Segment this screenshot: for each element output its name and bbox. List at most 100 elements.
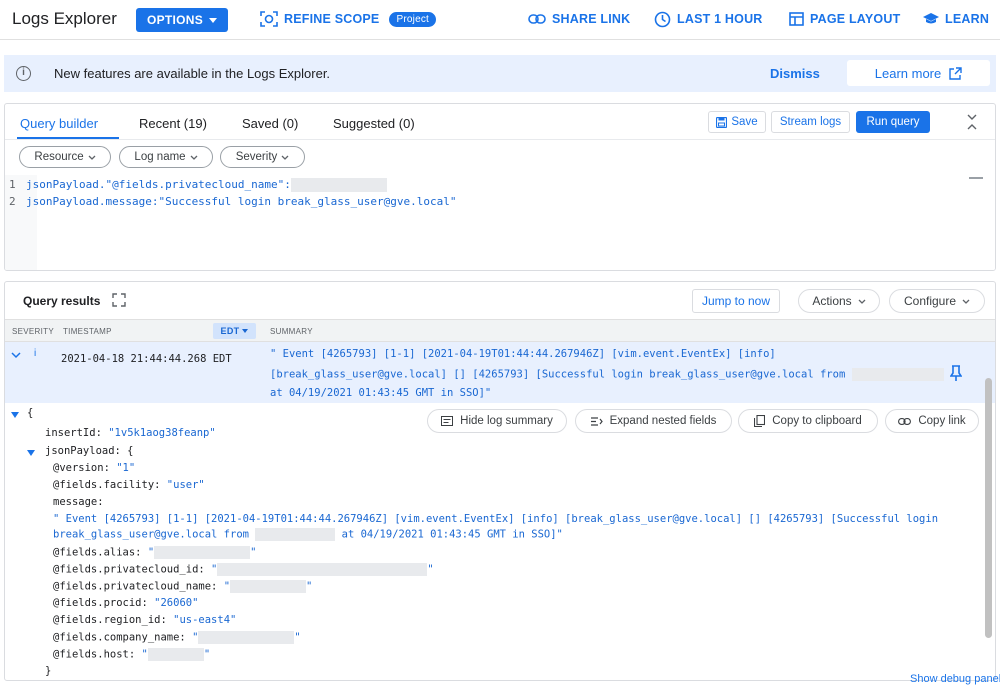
- summary-icon: [441, 416, 454, 426]
- page-layout-label: PAGE LAYOUT: [810, 12, 901, 26]
- log-summary-line: at 04/19/2021 01:43:45 GMT in SSO]": [270, 387, 492, 399]
- query-line: jsonPayload.message:"Successful login br…: [26, 195, 457, 208]
- actions-dropdown[interactable]: Actions: [798, 289, 880, 313]
- jump-to-now-button[interactable]: Jump to now: [692, 289, 780, 313]
- expand-nested-fields-button[interactable]: Expand nested fields: [575, 409, 732, 433]
- refine-scope-button[interactable]: REFINE SCOPE Project: [260, 8, 437, 30]
- options-label: OPTIONS: [146, 13, 204, 27]
- chevron-down-icon: [281, 155, 289, 160]
- save-label: Save: [731, 116, 758, 128]
- json-field-privatecloud-name: @fields.privatecloud_name: " ": [53, 580, 313, 593]
- tab-query-builder[interactable]: Query builder: [20, 116, 98, 131]
- redacted-value: [230, 580, 307, 593]
- time-range-button[interactable]: LAST 1 HOUR: [654, 8, 763, 30]
- refine-scope-icon: [260, 11, 278, 27]
- save-button[interactable]: Save: [708, 111, 766, 133]
- resource-filter[interactable]: Resource: [19, 146, 111, 168]
- editor-scroll-marker: [969, 177, 983, 179]
- info-icon: i: [16, 66, 31, 81]
- json-field-message-key: message:: [53, 496, 104, 508]
- expand-row-chevron-icon[interactable]: [11, 352, 21, 359]
- results-scrollbar[interactable]: [985, 378, 992, 638]
- collapse-json-icon[interactable]: [27, 450, 35, 456]
- redacted-value: [851, 368, 944, 381]
- chevron-down-icon: [190, 155, 198, 160]
- results-panel: Query results Jump to now Actions Config…: [4, 281, 996, 681]
- time-range-label: LAST 1 HOUR: [677, 12, 763, 26]
- timezone-dropdown[interactable]: EDT: [213, 323, 256, 339]
- copy-to-clipboard-label: Copy to clipboard: [772, 415, 862, 427]
- copy-to-clipboard-button[interactable]: Copy to clipboard: [738, 409, 878, 433]
- json-field-alias: @fields.alias: " ": [53, 546, 257, 559]
- refine-scope-label: REFINE SCOPE: [284, 12, 380, 26]
- json-field-message-line: " Event [4265793] [1-1] [2021-04-19T01:4…: [53, 513, 939, 525]
- json-field-version: @version: "1": [53, 462, 136, 474]
- clock-icon: [654, 11, 671, 27]
- expand-fields-icon: [590, 416, 603, 426]
- json-field-message-line: break_glass_user@gve.local from at 04/19…: [53, 528, 563, 541]
- severity-filter-label: Severity: [235, 151, 278, 163]
- tab-saved[interactable]: Saved (0): [242, 116, 298, 131]
- severity-filter[interactable]: Severity: [220, 146, 305, 168]
- log-timestamp: 2021-04-18 21:44:44.268 EDT: [61, 353, 232, 365]
- collapse-icon[interactable]: [967, 113, 977, 131]
- json-field-facility: @fields.facility: "user": [53, 479, 205, 491]
- line-number: 1: [9, 178, 16, 191]
- feature-banner: i New features are available in the Logs…: [4, 55, 996, 92]
- hide-log-summary-button[interactable]: Hide log summary: [427, 409, 567, 433]
- query-editor[interactable]: 1 jsonPayload."@fields.privatecloud_name…: [5, 175, 995, 270]
- stream-logs-button[interactable]: Stream logs: [771, 111, 850, 133]
- actions-label: Actions: [812, 294, 852, 308]
- learn-more-button[interactable]: Learn more: [847, 60, 990, 86]
- options-button[interactable]: OPTIONS: [136, 8, 228, 32]
- run-query-button[interactable]: Run query: [856, 111, 930, 133]
- log-name-filter[interactable]: Log name: [119, 146, 213, 168]
- configure-label: Configure: [903, 294, 957, 308]
- results-title: Query results: [23, 294, 101, 308]
- collapse-json-icon[interactable]: [11, 412, 19, 418]
- redacted-value: [147, 648, 204, 661]
- share-link-label: SHARE LINK: [552, 12, 631, 26]
- query-line: jsonPayload."@fields.privatecloud_name":: [26, 178, 387, 192]
- save-icon: [716, 116, 728, 128]
- caret-down-icon: [209, 17, 218, 23]
- tab-recent[interactable]: Recent (19): [139, 116, 207, 131]
- banner-message: New features are available in the Logs E…: [54, 66, 331, 81]
- top-bar: Logs Explorer OPTIONS REFINE SCOPE Proje…: [0, 0, 1000, 38]
- open-in-new-icon: [949, 66, 962, 80]
- show-debug-panel-link[interactable]: Show debug panel: [910, 673, 1000, 685]
- learn-label: LEARN: [945, 12, 990, 26]
- fullscreen-icon[interactable]: [112, 293, 126, 307]
- json-field-insertid: insertId: "1v5k1aog38feanp": [45, 427, 216, 439]
- hide-log-summary-label: Hide log summary: [460, 415, 553, 427]
- json-field-procid: @fields.procid: "26060": [53, 597, 199, 609]
- json-field-jsonpayload: jsonPayload: {: [45, 445, 134, 457]
- pin-icon[interactable]: [950, 365, 962, 382]
- learn-button[interactable]: LEARN: [923, 8, 989, 30]
- redacted-value: [198, 631, 295, 644]
- run-query-label: Run query: [866, 116, 920, 128]
- chevron-down-icon: [858, 299, 866, 304]
- timestamp-column-header[interactable]: TIMESTAMP: [63, 327, 112, 336]
- json-close-brace: }: [45, 665, 52, 677]
- redacted-value: [154, 546, 251, 559]
- dismiss-button[interactable]: Dismiss: [770, 66, 820, 81]
- tab-suggested[interactable]: Suggested (0): [333, 116, 415, 131]
- redacted-value: [255, 528, 336, 541]
- severity-info-icon: i: [34, 348, 37, 359]
- copy-link-button[interactable]: Copy link: [885, 409, 979, 433]
- page-layout-button[interactable]: PAGE LAYOUT: [789, 8, 900, 30]
- stream-logs-label: Stream logs: [779, 116, 842, 128]
- log-name-filter-label: Log name: [134, 151, 186, 163]
- link-icon: [898, 417, 912, 425]
- learn-more-label: Learn more: [874, 65, 942, 81]
- summary-column-header: SUMMARY: [270, 327, 313, 336]
- configure-dropdown[interactable]: Configure: [889, 289, 985, 313]
- copy-link-label: Copy link: [918, 415, 966, 427]
- severity-column-header[interactable]: SEVERITY: [12, 327, 54, 336]
- copy-icon: [754, 415, 766, 427]
- graduation-cap-icon: [923, 13, 939, 24]
- json-field-host: @fields.host: " ": [53, 648, 211, 661]
- query-panel: Query builder Recent (19) Saved (0) Sugg…: [4, 103, 996, 271]
- share-link-button[interactable]: SHARE LINK: [528, 8, 630, 30]
